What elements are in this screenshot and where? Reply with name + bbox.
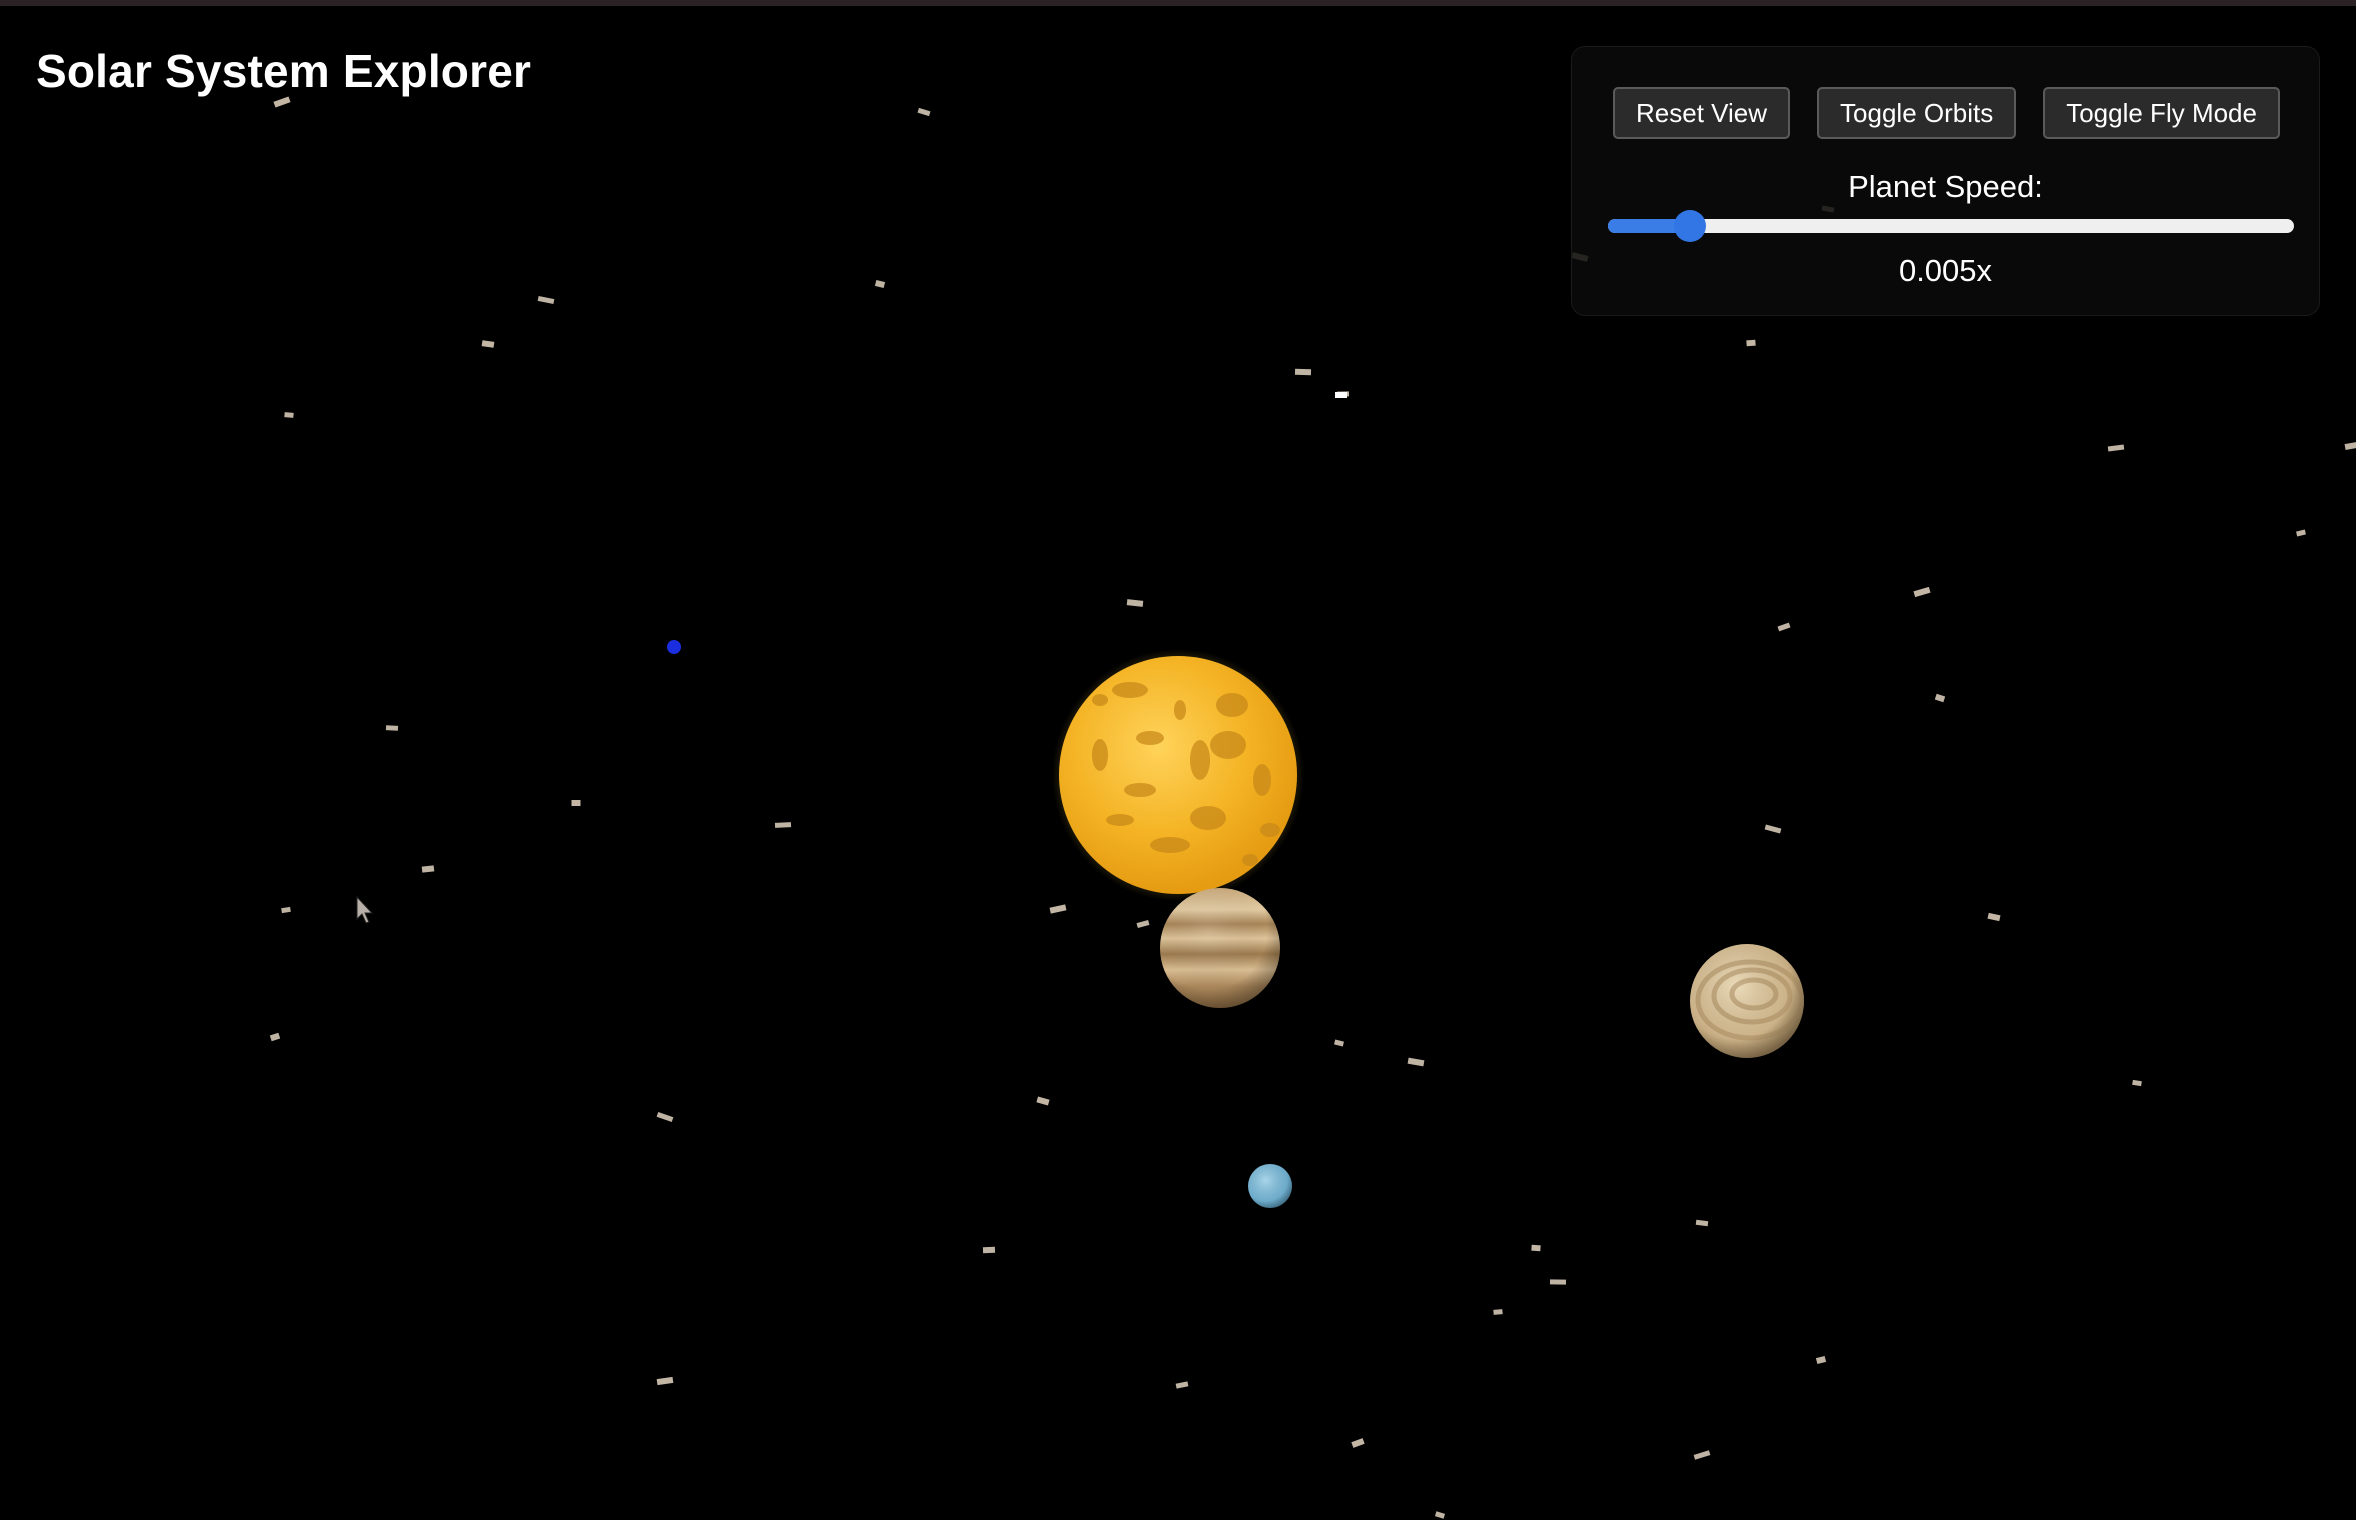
star (874, 280, 886, 288)
page-title: Solar System Explorer (36, 45, 532, 97)
uranus-like-planet[interactable] (1248, 1164, 1292, 1208)
slider-thumb[interactable] (1674, 210, 1707, 242)
planet-speed-label: Planet Speed: (1848, 169, 2043, 204)
star (1693, 1450, 1711, 1460)
star (774, 822, 792, 828)
star (284, 412, 294, 418)
toggle-orbits-button[interactable]: Toggle Orbits (1817, 87, 2017, 139)
star (1136, 920, 1150, 928)
star (2344, 442, 2356, 450)
star (1531, 1244, 1541, 1252)
star (1777, 622, 1791, 632)
star (421, 865, 435, 873)
star (1294, 368, 1312, 376)
star (1175, 1381, 1189, 1389)
star (2296, 529, 2306, 537)
star (656, 1112, 674, 1122)
solar-system-canvas[interactable]: Solar System Explorer Reset View Toggle … (0, 0, 2356, 1520)
star (385, 725, 399, 731)
star (1334, 1039, 1344, 1047)
star (1407, 1057, 1425, 1067)
star (1934, 693, 1946, 703)
star (1335, 392, 1347, 398)
planet-speed-value: 0.005x (1898, 253, 1993, 288)
star (1493, 1309, 1503, 1315)
toggle-fly-mode-button[interactable]: Toggle Fly Mode (2043, 87, 2280, 139)
star (1434, 1511, 1446, 1519)
small-blue-planet[interactable] (667, 640, 681, 654)
star (1126, 599, 1144, 607)
control-panel: Reset View Toggle Orbits Toggle Fly Mode… (1571, 46, 2320, 316)
star (1351, 1438, 1365, 1448)
star (1695, 1219, 1709, 1227)
planet-speed-slider[interactable] (1608, 210, 2294, 242)
star (982, 1246, 996, 1254)
star (1746, 339, 1756, 347)
star (2107, 444, 2125, 452)
control-buttons: Reset View Toggle Orbits Toggle Fly Mode (1613, 87, 2280, 139)
jupiter-like-planet[interactable] (1160, 888, 1280, 1008)
star (656, 1376, 674, 1386)
star (1815, 1356, 1827, 1364)
star (481, 340, 495, 348)
star (2132, 1079, 2142, 1087)
saturn-like-planet[interactable] (1690, 944, 1804, 1058)
star (1913, 586, 1931, 598)
reset-view-button[interactable]: Reset View (1613, 87, 1791, 139)
star (1764, 824, 1782, 834)
star (1549, 1279, 1567, 1285)
star (269, 1032, 281, 1042)
slider-track[interactable] (1608, 219, 2294, 233)
star (1049, 904, 1067, 914)
star (273, 96, 291, 108)
star (1036, 1096, 1050, 1106)
mouse-pointer-icon (356, 896, 374, 924)
star (917, 107, 931, 117)
star (1987, 912, 2001, 922)
star (281, 906, 291, 914)
star (537, 296, 555, 304)
sun[interactable] (1052, 649, 1304, 901)
star (571, 800, 581, 806)
